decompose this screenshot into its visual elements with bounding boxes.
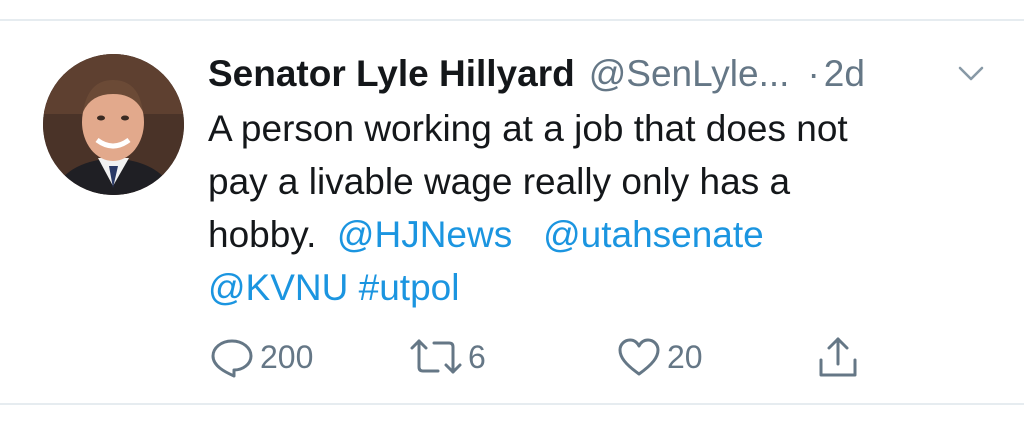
time-separator: · [807,53,820,94]
author-handle[interactable]: @SenLyle... [589,53,790,95]
tweet-text-line: @KVNU #utpol [208,261,988,314]
retweet-icon [408,335,464,379]
like-button[interactable]: 20 [615,332,703,382]
share-button[interactable] [816,332,860,382]
reply-count: 200 [260,338,314,375]
tweet-text: A person working at a job that does not … [208,102,988,314]
top-divider [0,19,1024,21]
mention-link[interactable]: @KVNU [208,267,348,308]
chevron-down-icon[interactable] [956,62,986,86]
heart-icon [615,335,663,379]
retweet-button[interactable]: 6 [408,332,486,382]
reply-icon [208,335,256,379]
like-count: 20 [667,338,703,375]
share-icon [816,334,860,380]
mention-link[interactable]: @HJNews [337,214,512,255]
bottom-divider [0,403,1024,405]
hashtag-link[interactable]: #utpol [359,267,460,308]
tweet-text-line: A person working at a job that does not [208,108,848,149]
retweet-count: 6 [468,338,486,375]
tweet-text-line: pay a livable wage really only has a [208,161,791,202]
tweet-timestamp[interactable]: 2d [824,53,865,95]
tweet-text-fragment: hobby. [208,214,317,255]
mention-link[interactable]: @utahsenate [543,214,764,255]
reply-button[interactable]: 200 [208,332,313,382]
tweet-header: Senator Lyle Hillyard @SenLyle... · 2d [208,50,865,98]
author-name[interactable]: Senator Lyle Hillyard [208,53,575,95]
tweet-text-line: hobby. @HJNews @utahsenate [208,208,988,261]
avatar[interactable] [43,54,184,195]
